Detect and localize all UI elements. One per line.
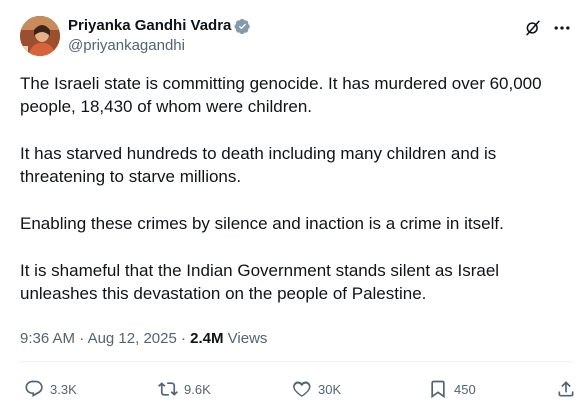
share-icon: [558, 381, 574, 397]
post-date[interactable]: Aug 12, 2025: [88, 330, 177, 347]
name-row: Priyanka Gandhi Vadra: [68, 16, 251, 36]
tweet-paragraph: Enabling these crimes by silence and ina…: [20, 214, 504, 233]
tweet-paragraph: It is shameful that the Indian Governmen…: [20, 261, 500, 303]
views-count[interactable]: 2.4M: [190, 330, 223, 347]
tweet-text: The Israeli state is committing genocide…: [20, 72, 572, 329]
divider: [20, 361, 572, 362]
meta-separator: ·: [75, 330, 88, 347]
tweet-header: Priyanka Gandhi Vadra @priyankagandhi: [20, 14, 572, 58]
reply-count: 3.3K: [50, 381, 77, 397]
repost-button[interactable]: 9.6K: [158, 378, 211, 400]
repost-count: 9.6K: [184, 381, 211, 397]
avatar[interactable]: [20, 16, 60, 56]
like-button[interactable]: 30K: [292, 378, 341, 400]
bookmark-count: 450: [454, 381, 476, 397]
display-name[interactable]: Priyanka Gandhi Vadra: [68, 16, 231, 36]
reply-icon: [25, 380, 43, 397]
like-count: 30K: [318, 381, 342, 397]
grok-icon[interactable]: [524, 19, 542, 37]
tweet: Priyanka Gandhi Vadra @priyankagandhi Th…: [0, 0, 588, 411]
like-icon: [293, 381, 311, 397]
share-button[interactable]: [556, 378, 576, 400]
views-label: Views: [223, 330, 268, 347]
retweet-icon: [158, 382, 178, 396]
bookmark-icon: [431, 380, 445, 399]
action-bar: 3.3K 9.6K 30K 450: [20, 378, 588, 400]
verified-badge-icon[interactable]: [234, 18, 251, 35]
meta-separator: ·: [176, 330, 191, 347]
reply-button[interactable]: 3.3K: [24, 378, 77, 400]
user-handle[interactable]: @priyankagandhi: [68, 36, 251, 56]
user-info: Priyanka Gandhi Vadra @priyankagandhi: [68, 16, 251, 56]
tweet-paragraph: It has starved hundreds to death includi…: [20, 144, 497, 186]
tweet-paragraph: The Israeli state is committing genocide…: [20, 74, 542, 116]
post-time[interactable]: 9:36 AM: [20, 330, 75, 347]
tweet-metadata: 9:36 AM · Aug 12, 2025 · 2.4M Views: [20, 329, 267, 349]
bookmark-button[interactable]: 450: [428, 378, 476, 400]
more-options-icon[interactable]: [552, 18, 572, 38]
